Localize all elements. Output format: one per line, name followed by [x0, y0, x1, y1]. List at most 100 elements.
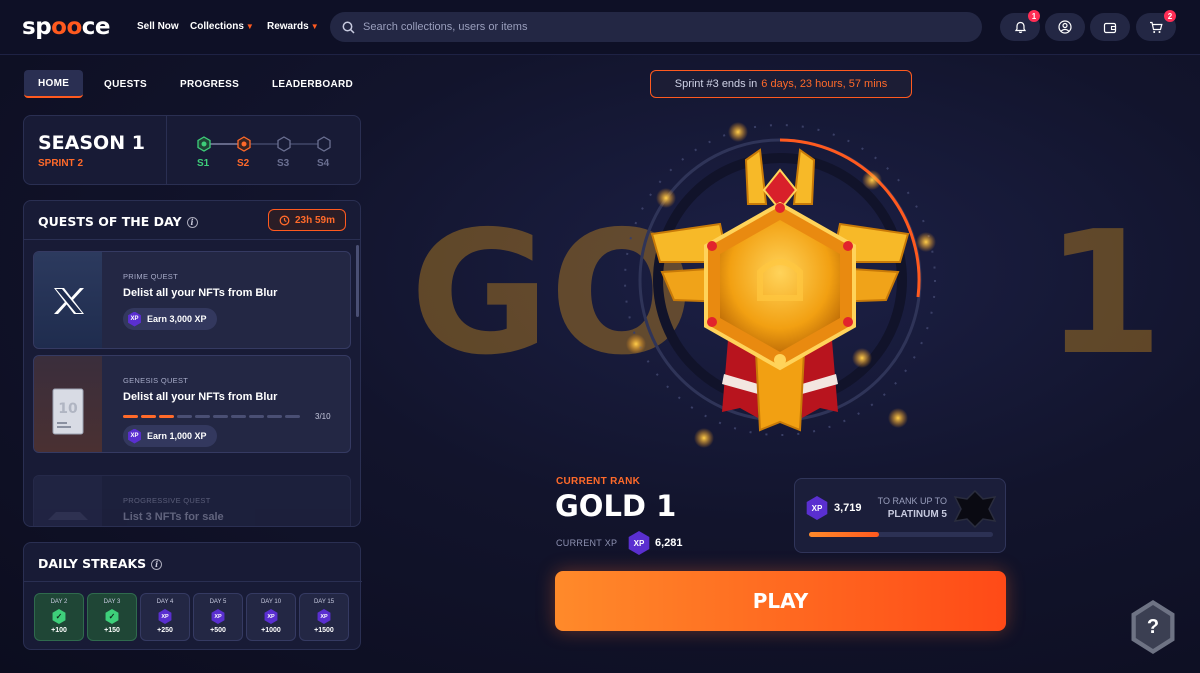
nav-sell-now[interactable]: Sell Now	[137, 21, 179, 32]
chevron-down-icon: ▼	[245, 22, 254, 31]
cart-button[interactable]: 2	[1136, 10, 1176, 41]
next-rank-name: PLATINUM 5	[887, 509, 947, 520]
quest-card-progressive[interactable]: PROGRESSIVE QUEST List 3 NFTs for sale	[33, 475, 351, 526]
tab-leaderboard[interactable]: LEADERBOARD	[258, 70, 367, 98]
streaks-header-divider	[24, 581, 362, 582]
step-s3-hex	[277, 136, 291, 152]
quest-title: Delist all your NFTs from Blur	[123, 391, 278, 403]
checkmark-icon: ✓	[52, 609, 66, 624]
notifications-button[interactable]: 1	[1000, 10, 1040, 41]
xp-icon: XP	[128, 428, 141, 444]
step-s2-label: S2	[237, 158, 250, 169]
quest-progress-count: 3/10	[315, 412, 331, 421]
streaks-panel-header: DAILY STREAKS i	[38, 556, 163, 571]
cart-icon	[1150, 21, 1163, 33]
quest-type-label: PROGRESSIVE QUEST	[123, 496, 211, 505]
tab-progress[interactable]: PROGRESS	[166, 70, 253, 98]
gold-rank-medal	[624, 122, 936, 448]
quest-thumb	[34, 476, 102, 526]
chevron-down-icon: ▼	[310, 22, 319, 31]
streak-day-label: DAY 3	[103, 599, 121, 605]
wallet-icon	[1103, 22, 1117, 33]
sprint-countdown-value: 6 days, 23 hours, 57 mins	[761, 78, 888, 90]
logo-text-suffix: ce	[81, 14, 111, 40]
tab-quests[interactable]: QUESTS	[90, 70, 161, 98]
rank-background-text-right: 1	[1045, 195, 1164, 393]
info-icon[interactable]: i	[151, 559, 163, 570]
quest-reward-value: Earn 1,000 XP	[147, 431, 207, 441]
timer-icon	[279, 215, 290, 225]
help-button[interactable]: ?	[1131, 600, 1175, 654]
play-button[interactable]: PLAY	[555, 571, 1006, 631]
quests-timer-value: 23h 59m	[294, 214, 336, 226]
quest-title: List 3 NFTs for sale	[123, 511, 224, 523]
quest-card-prime[interactable]: PRIME QUEST Delist all your NFTs from Bl…	[33, 251, 351, 349]
search-bar[interactable]	[330, 12, 982, 42]
nav-rewards[interactable]: Rewards ▼	[267, 21, 319, 32]
streak-day-10[interactable]: DAY 10 XP +1000	[246, 593, 296, 641]
wallet-button[interactable]	[1090, 13, 1130, 41]
quest-card-genesis[interactable]: 10 GENESIS QUEST Delist all your NFTs fr…	[33, 355, 351, 453]
logo-text-o: oo	[51, 14, 82, 40]
streak-day-3[interactable]: DAY 3 ✓ +150	[87, 593, 137, 641]
streak-day-reward: +100	[51, 627, 67, 634]
streak-day-reward: +250	[157, 627, 173, 634]
rank-up-label: TO RANK UP TO	[877, 496, 947, 506]
nav-collections[interactable]: Collections ▼	[190, 21, 254, 32]
streak-day-2[interactable]: DAY 2 ✓ +100	[34, 593, 84, 641]
streak-day-4[interactable]: DAY 4 XP +250	[140, 593, 190, 641]
sprint-countdown-banner: Sprint #3 ends in 6 days, 23 hours, 57 m…	[650, 70, 912, 98]
xp-icon: XP	[317, 609, 331, 624]
current-xp-label: CURRENT XP	[556, 538, 618, 548]
season-panel: SEASON 1 SPRINT 2 S1 S2 S3 S4	[23, 115, 361, 185]
streak-day-5[interactable]: DAY 5 XP +500	[193, 593, 243, 641]
nav-collections-label: Collections	[190, 21, 244, 32]
step-s4-hex	[317, 136, 331, 152]
xp-needed-value: 3,719	[834, 502, 862, 514]
season-divider	[166, 116, 167, 184]
quests-of-the-day-panel: QUESTS OF THE DAY i 23h 59m PRIME QUEST D…	[23, 200, 361, 527]
xp-icon: XP	[128, 311, 141, 327]
cart-count-badge: 2	[1164, 10, 1176, 22]
quests-panel-header: QUESTS OF THE DAY i	[38, 214, 198, 229]
quest-title: Delist all your NFTs from Blur	[123, 287, 278, 299]
daily-streaks-panel: DAILY STREAKS i DAY 2 ✓ +100 DAY 3 ✓ +150…	[23, 542, 362, 650]
sprint-countdown-label: Sprint #3 ends in	[674, 78, 758, 90]
bell-icon	[1014, 21, 1026, 33]
streak-day-reward: +500	[210, 627, 226, 634]
quest-thumb	[34, 252, 102, 348]
streak-day-15[interactable]: DAY 15 XP +1500	[299, 593, 349, 641]
card-10-icon: 10	[52, 388, 84, 435]
info-icon[interactable]: i	[186, 217, 198, 228]
tab-home[interactable]: HOME	[24, 70, 84, 98]
sprint-label: SPRINT 2	[38, 158, 84, 169]
spooce-logo[interactable]: spooce	[22, 14, 111, 40]
streak-day-label: DAY 2	[50, 599, 68, 605]
hat-icon	[48, 512, 88, 520]
profile-button[interactable]	[1045, 13, 1085, 41]
quest-reward-pill: XP Earn 1,000 XP	[123, 425, 217, 447]
xp-icon: XP	[628, 531, 650, 555]
quests-scrollbar[interactable]	[356, 245, 359, 317]
streak-day-reward: +1000	[261, 627, 281, 634]
logo-text-prefix: sp	[22, 14, 52, 40]
current-rank-name: GOLD 1	[555, 489, 677, 523]
rank-up-progress-track	[809, 532, 993, 537]
search-input[interactable]	[363, 21, 963, 33]
quest-type-label: GENESIS QUEST	[123, 376, 189, 385]
quests-panel-title: QUESTS OF THE DAY	[38, 214, 182, 229]
step-s1-label: S1	[197, 158, 210, 169]
current-rank-label: CURRENT RANK	[556, 476, 641, 487]
step-s3-label: S3	[277, 158, 290, 169]
season-title: SEASON 1	[38, 132, 145, 154]
quest-progress-bar	[123, 415, 300, 418]
nav-rewards-label: Rewards	[267, 21, 309, 32]
quests-timer-badge: 23h 59m	[268, 209, 346, 231]
quest-reward-value: Earn 3,000 XP	[147, 314, 207, 324]
xp-icon: XP	[806, 496, 828, 520]
quest-type-label: PRIME QUEST	[123, 272, 178, 281]
streak-day-label: DAY 4	[156, 599, 174, 605]
streak-day-reward: +1500	[314, 627, 334, 634]
top-navbar: spooce Sell Now Collections▼ Rewards▼ 1	[0, 0, 1200, 55]
rank-up-panel: XP 3,719 TO RANK UP TO PLATINUM 5	[794, 478, 1006, 553]
